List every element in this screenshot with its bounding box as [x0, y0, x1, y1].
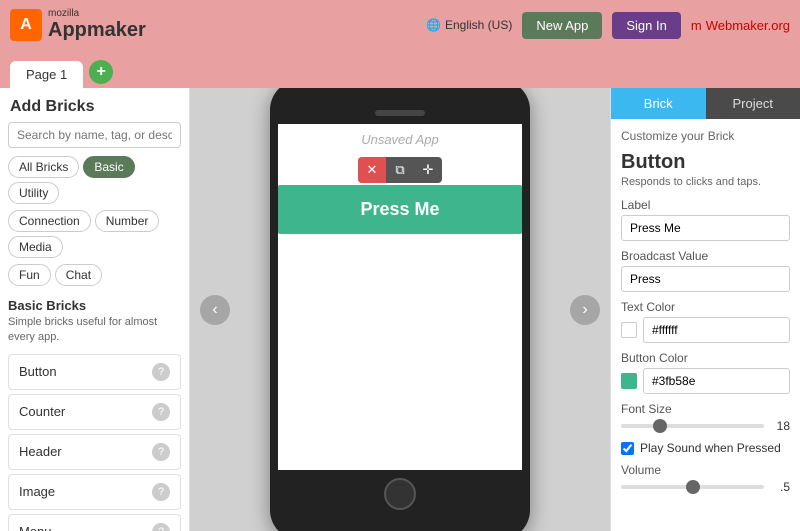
- tab-project[interactable]: Project: [706, 88, 800, 119]
- brick-toolbar: ✕ ⧉ ✛: [358, 157, 442, 183]
- page-1-tab[interactable]: Page 1: [10, 61, 83, 88]
- filter-media[interactable]: Media: [8, 236, 63, 258]
- brick-help-counter[interactable]: ?: [152, 403, 170, 421]
- font-size-slider-row: 18: [621, 419, 790, 433]
- panel-tabs: Brick Project: [611, 88, 800, 119]
- button-color-field: [621, 368, 790, 394]
- logo-text: mozilla Appmaker: [48, 8, 146, 42]
- filter-number[interactable]: Number: [95, 210, 160, 232]
- filter-utility[interactable]: Utility: [8, 182, 59, 204]
- nav-left-button[interactable]: ‹: [200, 295, 230, 325]
- lang-selector[interactable]: 🌐 English (US): [426, 18, 512, 32]
- filter-connection[interactable]: Connection: [8, 210, 91, 232]
- brick-help-header[interactable]: ?: [152, 443, 170, 461]
- brick-help-button[interactable]: ?: [152, 363, 170, 381]
- play-sound-checkbox[interactable]: [621, 442, 634, 455]
- webmaker-icon: m: [691, 18, 702, 33]
- brick-item-header[interactable]: Header ?: [8, 434, 181, 470]
- label-input[interactable]: [621, 215, 790, 241]
- brick-item-image[interactable]: Image ?: [8, 474, 181, 510]
- font-size-field-label: Font Size: [621, 402, 790, 416]
- sidebar-title: Add Bricks: [0, 88, 189, 122]
- brick-close-button[interactable]: ✕: [358, 157, 386, 183]
- button-color-input[interactable]: [643, 368, 790, 394]
- volume-field-label: Volume: [621, 463, 790, 477]
- nav-right-button[interactable]: ›: [570, 295, 600, 325]
- brick-drag-button[interactable]: ✛: [414, 157, 442, 183]
- button-color-field-label: Button Color: [621, 351, 790, 365]
- right-panel: Brick Project Customize your Brick Butto…: [610, 88, 800, 531]
- globe-icon: 🌐: [426, 18, 441, 32]
- brick-container: ✕ ⧉ ✛ Press Me A: [278, 185, 522, 234]
- phone-home-button[interactable]: [384, 478, 416, 510]
- logo-area: A mozilla Appmaker: [10, 8, 146, 42]
- header-right: 🌐 English (US) New App Sign In m Webmake…: [426, 12, 790, 39]
- brick-label-button: Button: [19, 364, 57, 379]
- main-area: Add Bricks All Bricks Basic Utility Conn…: [0, 88, 800, 531]
- filter-basic[interactable]: Basic: [83, 156, 134, 178]
- brick-type-desc: Responds to clicks and taps.: [621, 176, 790, 188]
- new-app-button[interactable]: New App: [522, 12, 602, 39]
- phone-device: Unsaved App ✕ ⧉ ✛ Press Me A: [270, 88, 530, 531]
- filter-chat[interactable]: Chat: [55, 264, 102, 286]
- filter-all-bricks[interactable]: All Bricks: [8, 156, 79, 178]
- sidebar: Add Bricks All Bricks Basic Utility Conn…: [0, 88, 190, 531]
- filter-fun[interactable]: Fun: [8, 264, 51, 286]
- filter-row-3: Fun Chat: [0, 264, 189, 292]
- appmaker-label: Appmaker: [48, 19, 146, 42]
- brick-label-header: Header: [19, 444, 62, 459]
- filter-row-1: All Bricks Basic Utility: [0, 156, 189, 210]
- font-size-slider[interactable]: [621, 424, 764, 428]
- header: A mozilla Appmaker 🌐 English (US) New Ap…: [0, 0, 800, 50]
- play-sound-row: Play Sound when Pressed: [621, 441, 790, 455]
- broadcast-input[interactable]: [621, 266, 790, 292]
- panel-subtitle: Customize your Brick: [621, 129, 790, 143]
- sign-in-button[interactable]: Sign In: [612, 12, 680, 39]
- brick-label-image: Image: [19, 484, 55, 499]
- filter-row-2: Connection Number Media: [0, 210, 189, 264]
- phone-speaker: [375, 110, 425, 116]
- brick-type-title: Button: [621, 151, 790, 174]
- volume-value: .5: [770, 480, 790, 494]
- brick-item-counter[interactable]: Counter ?: [8, 394, 181, 430]
- lang-label: English (US): [445, 18, 512, 32]
- volume-slider[interactable]: [621, 485, 764, 489]
- text-color-swatch: [621, 322, 637, 338]
- text-color-field-label: Text Color: [621, 300, 790, 314]
- press-me-button[interactable]: Press Me: [278, 185, 522, 234]
- brick-copy-button[interactable]: ⧉: [386, 157, 414, 183]
- volume-slider-row: .5: [621, 480, 790, 494]
- label-field-label: Label: [621, 198, 790, 212]
- play-sound-label[interactable]: Play Sound when Pressed: [640, 441, 781, 455]
- font-size-value: 18: [770, 419, 790, 433]
- tab-bar: Page 1 +: [0, 50, 800, 88]
- search-input[interactable]: [8, 122, 181, 148]
- broadcast-field-label: Broadcast Value: [621, 249, 790, 263]
- mozilla-label: mozilla: [48, 8, 146, 19]
- phone-screen: Unsaved App ✕ ⧉ ✛ Press Me A: [278, 124, 522, 470]
- tab-brick[interactable]: Brick: [611, 88, 706, 119]
- canvas-area: ‹ Unsaved App ✕ ⧉ ✛ Press Me A ›: [190, 88, 610, 531]
- add-page-button[interactable]: +: [89, 60, 113, 84]
- button-color-swatch: [621, 373, 637, 389]
- app-title: Unsaved App: [278, 124, 522, 155]
- text-color-input[interactable]: [643, 317, 790, 343]
- brick-help-image[interactable]: ?: [152, 483, 170, 501]
- webmaker-link[interactable]: m Webmaker.org: [691, 18, 790, 33]
- brick-label-menu: Menu: [19, 524, 52, 531]
- brick-item-menu[interactable]: Menu ?: [8, 514, 181, 531]
- logo-icon: A: [10, 9, 42, 41]
- panel-body: Customize your Brick Button Responds to …: [611, 119, 800, 531]
- webmaker-label: Webmaker.org: [706, 18, 790, 33]
- basic-bricks-desc: Simple bricks useful for almost every ap…: [0, 315, 189, 352]
- brick-item-button[interactable]: Button ?: [8, 354, 181, 390]
- basic-bricks-title: Basic Bricks: [0, 292, 189, 315]
- text-color-field: [621, 317, 790, 343]
- brick-help-menu[interactable]: ?: [152, 523, 170, 531]
- brick-label-counter: Counter: [19, 404, 65, 419]
- page-tab-label: Page 1: [26, 67, 67, 82]
